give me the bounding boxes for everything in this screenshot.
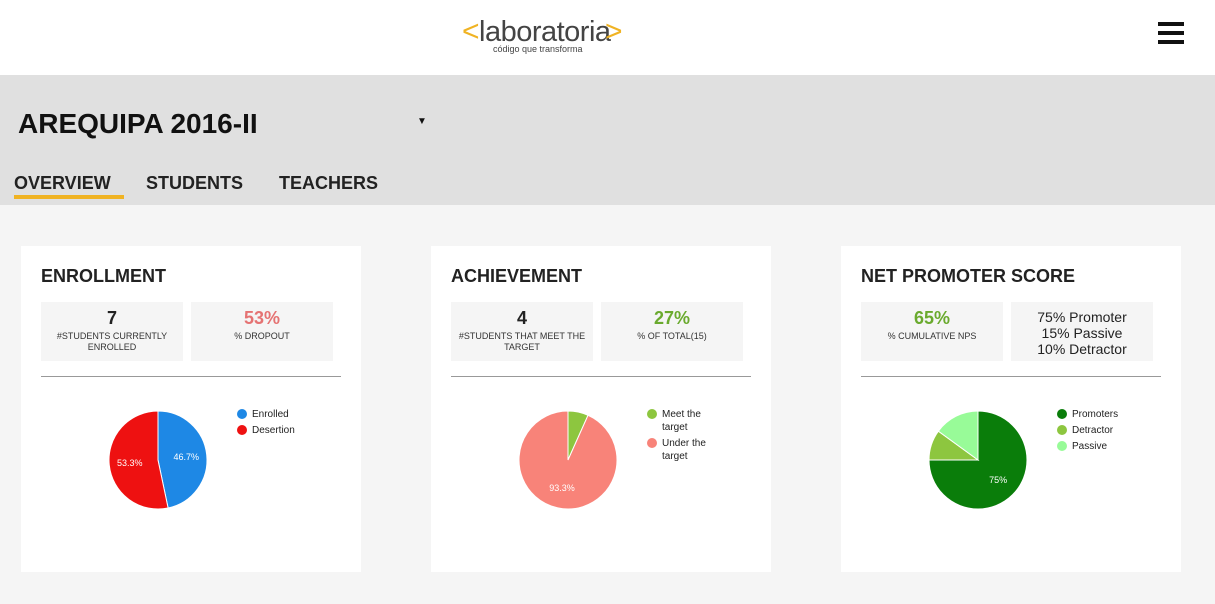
tab-students[interactable]: STUDENTS — [146, 173, 243, 194]
nps-card: NET PROMOTER SCORE 65% % CUMULATIVE NPS … — [841, 246, 1181, 572]
nps-pie-chart[interactable]: 75% — [926, 408, 1030, 512]
legend-label: Detractor — [1072, 425, 1114, 436]
legend-swatch-icon — [647, 438, 657, 448]
pie-data-label: 93.3% — [549, 483, 575, 493]
detractor-line: 10% Detractor — [1037, 341, 1127, 357]
cohort-title: AREQUIPA 2016-II — [18, 108, 258, 139]
nps-legend: Promoters Detractor Passive — [1057, 408, 1137, 456]
logo-bracket-left: < — [462, 15, 480, 48]
legend-swatch-icon — [1057, 409, 1067, 419]
divider — [451, 376, 751, 377]
legend-label: Enrolled — [252, 409, 289, 420]
legend-item-promoters[interactable]: Promoters — [1057, 408, 1137, 421]
achievement-legend: Meet the target Under the target — [647, 408, 727, 466]
passive-line: 15% Passive — [1041, 325, 1123, 341]
tab-overview[interactable]: OVERVIEW — [14, 173, 111, 194]
card-title: ENROLLMENT — [41, 266, 166, 286]
legend-label: Under the target — [662, 438, 706, 462]
achievement-card: ACHIEVEMENT 4 #STUDENTS THAT MEET THE TA… — [431, 246, 771, 572]
legend-label: Promoters — [1072, 409, 1119, 420]
dropout-stat: 53% % DROPOUT — [191, 302, 333, 361]
stat-value: 65% — [913, 308, 951, 328]
legend-item-detractor[interactable]: Detractor — [1057, 424, 1137, 437]
legend-swatch-icon — [1057, 441, 1067, 451]
students-enrolled-stat: 7 #STUDENTS CURRENTLY ENROLLED — [41, 302, 183, 361]
students-meet-target-stat: 4 #STUDENTS THAT MEET THE TARGET — [451, 302, 593, 361]
laboratoria-logo[interactable]: < laboratoria > código que transforma — [462, 14, 632, 60]
logo-tagline: código que transforma — [493, 44, 583, 54]
top-bar: < laboratoria > código que transforma — [0, 0, 1215, 75]
legend-item-meet-the-target[interactable]: Meet the target — [647, 408, 727, 434]
stat-value: 53% — [243, 308, 281, 328]
divider — [41, 376, 341, 377]
stat-value: 27% — [653, 308, 691, 328]
enrollment-pie-chart[interactable]: 46.7% 53.3% — [106, 408, 210, 512]
tab-teachers[interactable]: TEACHERS — [279, 173, 378, 194]
card-title: NET PROMOTER SCORE — [861, 266, 1076, 286]
legend-swatch-icon — [237, 425, 247, 435]
legend-label: Meet the target — [662, 409, 701, 433]
achievement-pie-chart[interactable]: 93.3% — [516, 408, 620, 512]
legend-swatch-icon — [647, 409, 657, 419]
cohort-header: AREQUIPA 2016-II ▼ OVERVIEW STUDENTS TEA… — [0, 75, 1215, 205]
pie-data-label: 46.7% — [174, 452, 200, 462]
logo-bracket-right: > — [605, 15, 623, 48]
legend-item-desertion[interactable]: Desertion — [237, 424, 317, 437]
cumulative-nps-stat: 65% % CUMULATIVE NPS — [861, 302, 1003, 361]
stat-value: 7 — [106, 308, 117, 328]
hamburger-menu-icon[interactable] — [1158, 22, 1184, 44]
stat-label: #STUDENTS THAT MEET THE TARGET — [458, 331, 586, 352]
legend-label: Desertion — [252, 425, 295, 436]
percent-of-total-stat: 27% % OF TOTAL(15) — [601, 302, 743, 361]
enrollment-legend: Enrolled Desertion — [237, 408, 317, 440]
card-title: ACHIEVEMENT — [451, 266, 583, 286]
pie-data-label: 75% — [989, 475, 1007, 485]
active-tab-indicator — [14, 195, 124, 199]
legend-swatch-icon — [237, 409, 247, 419]
legend-item-enrolled[interactable]: Enrolled — [237, 408, 317, 421]
stat-value: 4 — [516, 308, 527, 328]
promoter-line: 75% Promoter — [1037, 309, 1127, 325]
legend-item-under-the-target[interactable]: Under the target — [647, 437, 727, 463]
stat-label: % OF TOTAL(15) — [637, 331, 707, 341]
enrollment-card: ENROLLMENT 7 #STUDENTS CURRENTLY ENROLLE… — [21, 246, 361, 572]
stat-label: % CUMULATIVE NPS — [887, 331, 977, 341]
stat-label: #STUDENTS CURRENTLY ENROLLED — [56, 331, 168, 352]
divider — [861, 376, 1161, 377]
legend-item-passive[interactable]: Passive — [1057, 440, 1137, 453]
legend-swatch-icon — [1057, 425, 1067, 435]
pie-data-label: 53.3% — [117, 458, 143, 468]
stat-label: % DROPOUT — [234, 331, 290, 341]
cohort-dropdown-icon[interactable]: ▼ — [417, 116, 427, 127]
nps-breakdown-stat: 75% Promoter 15% Passive 10% Detractor — [1011, 302, 1153, 361]
pie-slice-under-the-target[interactable] — [518, 410, 618, 510]
legend-label: Passive — [1072, 441, 1108, 452]
